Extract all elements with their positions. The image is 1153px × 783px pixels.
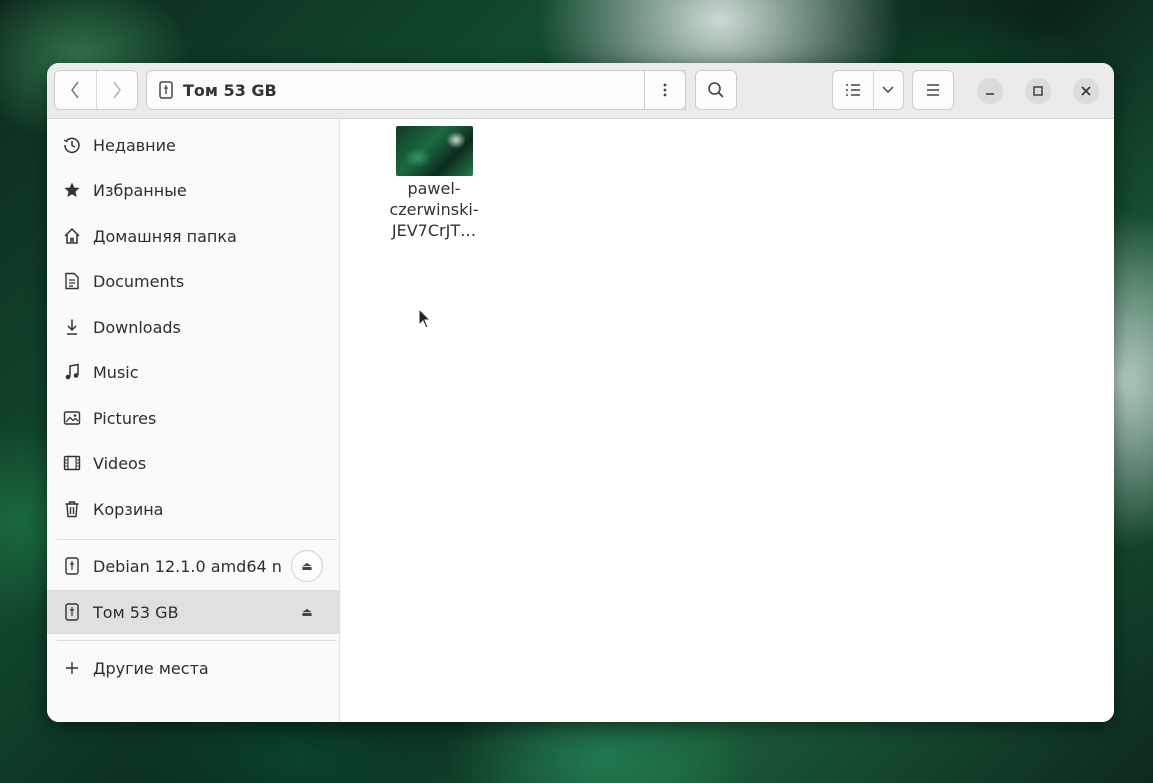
sidebar-divider [57, 539, 337, 540]
image-thumbnail [395, 126, 473, 176]
file-manager-window: Том 53 GB Недавние Избранные Домашняя па… [47, 63, 1114, 722]
sidebar-item-label: Pictures [93, 408, 157, 428]
usb-drive-icon [159, 81, 173, 99]
picture-icon [63, 409, 81, 427]
path-menu-button[interactable] [644, 70, 686, 110]
trash-icon [63, 500, 81, 518]
mouse-pointer-icon [418, 308, 432, 329]
sidebar-item-downloads[interactable]: Downloads [47, 305, 339, 349]
usb-drive-icon [63, 603, 81, 621]
view-switcher [832, 70, 904, 110]
forward-button[interactable] [95, 71, 138, 109]
chevron-down-icon [882, 86, 894, 94]
back-button[interactable] [55, 71, 96, 109]
search-icon [708, 82, 724, 98]
sidebar-item-label: Другие места [93, 658, 209, 678]
video-icon [63, 454, 81, 472]
sidebar-item-home[interactable]: Домашняя папка [47, 214, 339, 258]
sidebar-item-label: Избранные [93, 180, 187, 200]
download-icon [63, 318, 81, 336]
plus-icon [63, 659, 81, 677]
chevron-right-icon [113, 81, 121, 99]
maximize-icon [1033, 86, 1043, 96]
sidebar-item-label: Downloads [93, 317, 181, 337]
usb-drive-icon [63, 557, 81, 575]
main-menu-button[interactable] [912, 70, 954, 110]
maximize-button[interactable] [1025, 78, 1051, 104]
minimize-icon [986, 93, 994, 95]
sidebar-item-volume[interactable]: Том 53 GB ⏏ [47, 590, 339, 634]
sidebar-divider [57, 640, 337, 641]
list-view-icon [845, 84, 860, 96]
sidebar-item-label: Music [93, 362, 139, 382]
sidebar-item-label: Том 53 GB [93, 602, 179, 622]
search-button[interactable] [695, 70, 737, 110]
view-options-button[interactable] [872, 71, 903, 109]
sidebar-item-label: Documents [93, 271, 185, 291]
close-icon [1081, 86, 1091, 96]
file-name-line: JEV7CrJT… [391, 221, 477, 240]
file-name: pawel- czerwinski- JEV7CrJT… [381, 178, 487, 241]
sidebar-item-label: Домашняя папка [93, 226, 237, 246]
vertical-dots-icon [663, 83, 667, 97]
sidebar: Недавние Избранные Домашняя папка Docume… [47, 119, 340, 722]
close-button[interactable] [1073, 78, 1099, 104]
music-icon [63, 363, 81, 381]
sidebar-item-debian-drive[interactable]: Debian 12.1.0 amd64 n ⏏ [47, 544, 339, 588]
minimize-button[interactable] [977, 78, 1003, 104]
header-bar: Том 53 GB [47, 63, 1114, 119]
sidebar-item-label: Debian 12.1.0 amd64 n [93, 556, 282, 576]
file-view: pawel- czerwinski- JEV7CrJT… [341, 119, 1114, 722]
sidebar-item-videos[interactable]: Videos [47, 441, 339, 485]
sidebar-item-trash[interactable]: Корзина [47, 487, 339, 531]
sidebar-item-label: Недавние [93, 135, 176, 155]
sidebar-item-other-locations[interactable]: Другие места [47, 646, 339, 690]
eject-icon: ⏏ [301, 559, 313, 573]
navigation-buttons [54, 70, 138, 110]
sidebar-item-documents[interactable]: Documents [47, 259, 339, 303]
location-bar[interactable]: Том 53 GB [146, 70, 686, 110]
sidebar-item-pictures[interactable]: Pictures [47, 396, 339, 440]
eject-button[interactable]: ⏏ [291, 550, 323, 582]
sidebar-item-recent[interactable]: Недавние [47, 123, 339, 167]
hamburger-menu-icon [927, 84, 939, 96]
sidebar-item-music[interactable]: Music [47, 350, 339, 394]
list-view-button[interactable] [833, 71, 873, 109]
sidebar-item-label: Videos [93, 453, 147, 473]
eject-button[interactable]: ⏏ [291, 596, 323, 628]
star-icon [63, 181, 81, 199]
chevron-left-icon [71, 81, 79, 99]
file-name-line: czerwinski- [389, 200, 479, 219]
sidebar-item-label: Корзина [93, 499, 164, 519]
sidebar-item-starred[interactable]: Избранные [47, 168, 339, 212]
home-icon [63, 227, 81, 245]
current-location: Том 53 GB [183, 80, 277, 100]
clock-icon [63, 136, 81, 154]
file-item[interactable]: pawel- czerwinski- JEV7CrJT… [381, 126, 487, 241]
document-icon [63, 272, 81, 290]
file-name-line: pawel- [407, 179, 461, 198]
eject-icon: ⏏ [301, 605, 313, 619]
